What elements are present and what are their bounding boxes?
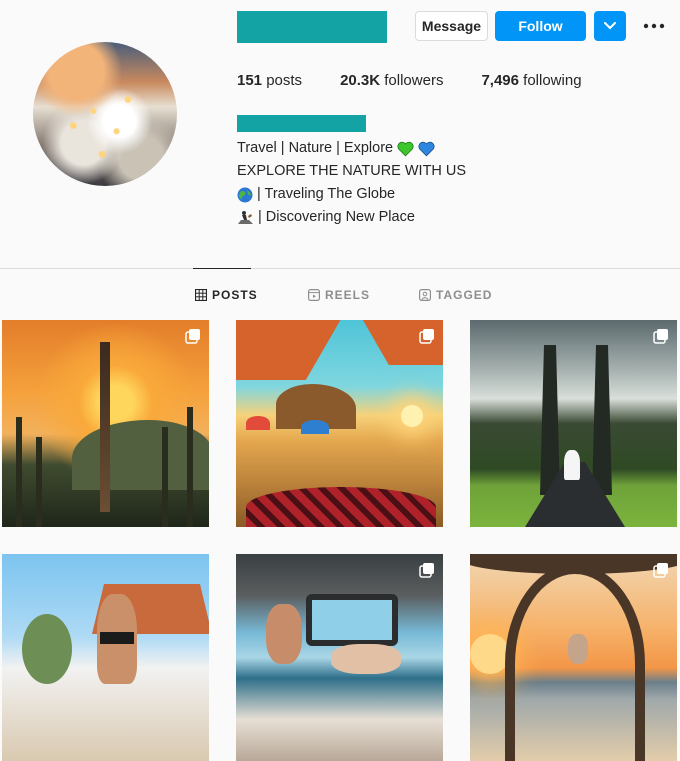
profile-bio: Travel | Nature | Explore EXPLORE THE NA… [237, 137, 466, 229]
bio-line-3: | Traveling The Globe [237, 183, 466, 206]
grid-icon [195, 289, 207, 301]
tab-reels[interactable]: REELS [308, 288, 370, 302]
follow-button[interactable]: Follow [495, 11, 586, 41]
posts-stat: 151 posts [237, 72, 302, 89]
chevron-down-icon [604, 22, 616, 30]
post-thumbnail[interactable] [236, 320, 443, 527]
bio-text-4: | Discovering New Place [258, 209, 415, 225]
carousel-icon [419, 329, 434, 344]
tabs-divider [0, 268, 680, 269]
globe-icon [237, 187, 253, 202]
bio-line-2: EXPLORE THE NATURE WITH US [237, 160, 466, 183]
green-heart-icon [397, 141, 414, 156]
message-button[interactable]: Message [415, 11, 488, 41]
profile-avatar[interactable] [33, 42, 177, 186]
more-dots-icon [643, 23, 665, 29]
username-redacted [237, 11, 387, 43]
post-thumbnail[interactable] [470, 320, 677, 527]
tab-tagged[interactable]: TAGGED [419, 288, 492, 302]
post-thumbnail[interactable] [2, 554, 209, 761]
tab-posts[interactable]: POSTS [195, 288, 258, 302]
posts-count: 151 [237, 72, 263, 89]
bio-text-3: | Traveling The Globe [257, 186, 396, 202]
more-options-button[interactable] [640, 14, 668, 38]
post-thumbnail[interactable] [2, 320, 209, 527]
tagged-icon [419, 289, 431, 301]
bio-text-2: EXPLORE THE NATURE WITH US [237, 163, 467, 179]
bio-line-4: | Discovering New Place [237, 206, 466, 229]
carousel-icon [653, 329, 668, 344]
tab-tagged-label: TAGGED [436, 288, 493, 302]
tab-reels-label: REELS [325, 288, 371, 302]
bio-text-1: Travel | Nature | Explore [237, 140, 394, 156]
following-stat[interactable]: 7,496 following [481, 72, 581, 89]
posts-label: posts [262, 72, 303, 89]
followers-label: followers [380, 72, 444, 89]
tab-posts-label: POSTS [212, 288, 258, 302]
profile-stats: 151 posts 20.3K followers 7,496 followin… [237, 72, 620, 89]
carousel-icon [653, 563, 668, 578]
blue-heart-icon [418, 141, 435, 156]
followers-stat[interactable]: 20.3K followers [340, 72, 443, 89]
carousel-icon [185, 329, 200, 344]
followers-count: 20.3K [340, 72, 381, 89]
active-tab-indicator [193, 268, 251, 269]
full-name-redacted [237, 115, 366, 132]
suggested-accounts-button[interactable] [594, 11, 626, 41]
reels-icon [308, 289, 320, 301]
carousel-icon [419, 563, 434, 578]
traveler-icon [238, 210, 253, 224]
post-thumbnail[interactable] [236, 554, 443, 761]
post-thumbnail[interactable] [470, 554, 677, 761]
following-count: 7,496 [481, 72, 519, 89]
following-label: following [519, 72, 582, 89]
bio-line-1: Travel | Nature | Explore [237, 137, 466, 160]
